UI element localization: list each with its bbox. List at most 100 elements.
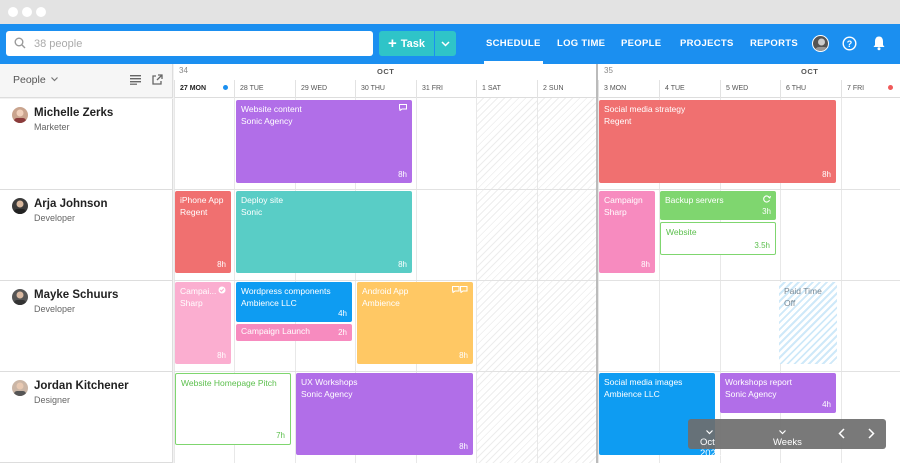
day-header: 4 TUE xyxy=(659,80,720,98)
task-title: Social media strategy xyxy=(604,104,686,114)
person-row[interactable]: Arja Johnson Developer xyxy=(0,190,173,281)
day-header: 1 SAT xyxy=(476,80,537,98)
window-chrome xyxy=(0,0,900,24)
day-label: 7 FRI xyxy=(847,85,865,92)
task-title: Workshops report xyxy=(725,377,792,387)
task-block[interactable]: Campaign Launch 2h xyxy=(236,324,352,341)
task-block[interactable]: Website content Sonic Agency 8h xyxy=(236,100,412,183)
day-header: 28 TUE xyxy=(234,80,295,98)
task-block[interactable]: Android App Ambience 8h xyxy=(357,282,473,364)
day-header: 3 MON xyxy=(598,80,659,98)
top-bar: +Task SCHEDULE LOG TIME PEOPLE PROJECTS … xyxy=(0,24,900,64)
avatar xyxy=(12,107,28,123)
task-project: Regent xyxy=(604,115,632,126)
task-hours: 4h xyxy=(822,399,831,409)
person-row[interactable]: Mayke Schuurs Developer xyxy=(0,281,173,372)
chevron-down-icon xyxy=(441,41,450,47)
task-project: Ambience LLC xyxy=(241,297,297,308)
nav-reports[interactable]: REPORTS xyxy=(750,24,798,64)
help-icon[interactable]: ? xyxy=(842,36,857,51)
task-title: Campaign xyxy=(604,195,643,205)
task-title: Backup servers xyxy=(665,195,724,205)
task-hours: 8h xyxy=(641,259,650,269)
people-label: People xyxy=(13,74,46,86)
task-hours: 3.5h xyxy=(754,240,770,250)
person-name: Arja Johnson xyxy=(34,198,108,210)
task-hours: 4h xyxy=(338,308,347,318)
calendar-header: 34 OCT 35 OCT 27 MON 28 TUE 29 WED 30 TH… xyxy=(174,64,900,98)
day-header: 30 THU xyxy=(355,80,416,98)
task-project: Sonic Agency xyxy=(241,115,293,126)
bell-icon[interactable] xyxy=(872,35,886,51)
task-hours: 8h xyxy=(459,350,468,360)
task-project: Sonic xyxy=(241,206,263,217)
task-block[interactable]: Backup servers 3h xyxy=(660,191,776,220)
task-title: Wordpress components xyxy=(241,286,331,296)
task-title: iPhone App xyxy=(180,195,224,205)
person-role: Designer xyxy=(34,395,71,405)
view-select[interactable]: Weeks xyxy=(773,428,802,448)
period-navigator: Oct 2021 Weeks xyxy=(688,419,886,459)
chevron-left-icon xyxy=(838,428,845,439)
search-box xyxy=(6,31,373,56)
task-hours: 8h xyxy=(217,350,226,360)
svg-text:?: ? xyxy=(847,39,853,49)
search-input[interactable] xyxy=(34,34,364,53)
task-block[interactable]: iPhone App Regent 8h xyxy=(175,191,231,273)
task-block[interactable]: Wordpress components Ambience LLC 4h xyxy=(236,282,352,322)
search-icon xyxy=(14,37,26,49)
task-block-tentative[interactable]: Website 3.5h xyxy=(660,222,776,255)
time-off-title: Paid Time Off xyxy=(784,286,822,308)
next-button[interactable] xyxy=(868,428,875,442)
window-dot xyxy=(22,7,32,17)
task-block[interactable]: Campai... Sharp 8h xyxy=(175,282,231,364)
person-row[interactable]: Michelle Zerks Marketer xyxy=(0,99,173,190)
comment-icon xyxy=(452,286,468,293)
previous-button[interactable] xyxy=(838,428,845,442)
task-title: Social media images xyxy=(604,377,683,387)
task-button-label: Task xyxy=(400,38,426,50)
nav-schedule[interactable]: SCHEDULE xyxy=(484,24,543,64)
nav-people[interactable]: PEOPLE xyxy=(621,24,661,64)
period-label: Oct 2021 xyxy=(700,437,722,459)
person-row[interactable]: Jordan Kitchener Designer xyxy=(0,372,173,463)
time-off-block[interactable]: Paid Time Off xyxy=(779,282,837,364)
alert-dot xyxy=(888,85,894,90)
task-title: Website xyxy=(666,227,697,237)
task-hours: 8h xyxy=(217,259,226,269)
person-role: Developer xyxy=(34,304,76,314)
week-divider xyxy=(596,64,598,463)
task-title: Website content xyxy=(241,104,302,114)
task-block[interactable]: Deploy site Sonic 8h xyxy=(236,191,412,273)
task-hours: 8h xyxy=(398,169,407,179)
week-number: 35 xyxy=(604,66,613,75)
task-dropdown-button[interactable] xyxy=(435,31,456,56)
period-select[interactable]: Oct 2021 xyxy=(700,428,721,459)
avatar xyxy=(12,198,28,214)
task-block[interactable]: Workshops report Sonic Agency 4h xyxy=(720,373,836,413)
nav-projects[interactable]: PROJECTS xyxy=(680,24,734,64)
chevron-down-icon xyxy=(779,430,786,435)
nav-log-time[interactable]: LOG TIME xyxy=(557,24,605,64)
person-role: Developer xyxy=(34,213,76,223)
add-task-button[interactable]: + Task xyxy=(379,31,434,56)
task-block[interactable]: Social media strategy Regent 8h xyxy=(599,100,836,183)
task-hours: 2h xyxy=(338,327,347,337)
task-block-tentative[interactable]: Website Homepage Pitch 7h xyxy=(175,373,291,445)
month-label: OCT xyxy=(801,67,819,76)
row-divider xyxy=(174,280,900,281)
external-link-icon[interactable] xyxy=(152,74,163,85)
person-name: Jordan Kitchener xyxy=(34,380,129,392)
person-name: Michelle Zerks xyxy=(34,107,114,119)
avatar xyxy=(12,380,28,396)
people-filter[interactable]: People xyxy=(13,74,58,86)
avatar xyxy=(12,289,28,305)
window-dot xyxy=(8,7,18,17)
task-project: Sonic Agency xyxy=(725,388,777,399)
user-avatar[interactable] xyxy=(812,35,829,52)
list-density-icon[interactable] xyxy=(130,74,142,85)
task-block[interactable]: UX Workshops Sonic Agency 8h xyxy=(296,373,473,455)
task-hours: 8h xyxy=(398,259,407,269)
task-block[interactable]: Campaign Sharp 8h xyxy=(599,191,655,273)
day-header: 29 WED xyxy=(295,80,355,98)
